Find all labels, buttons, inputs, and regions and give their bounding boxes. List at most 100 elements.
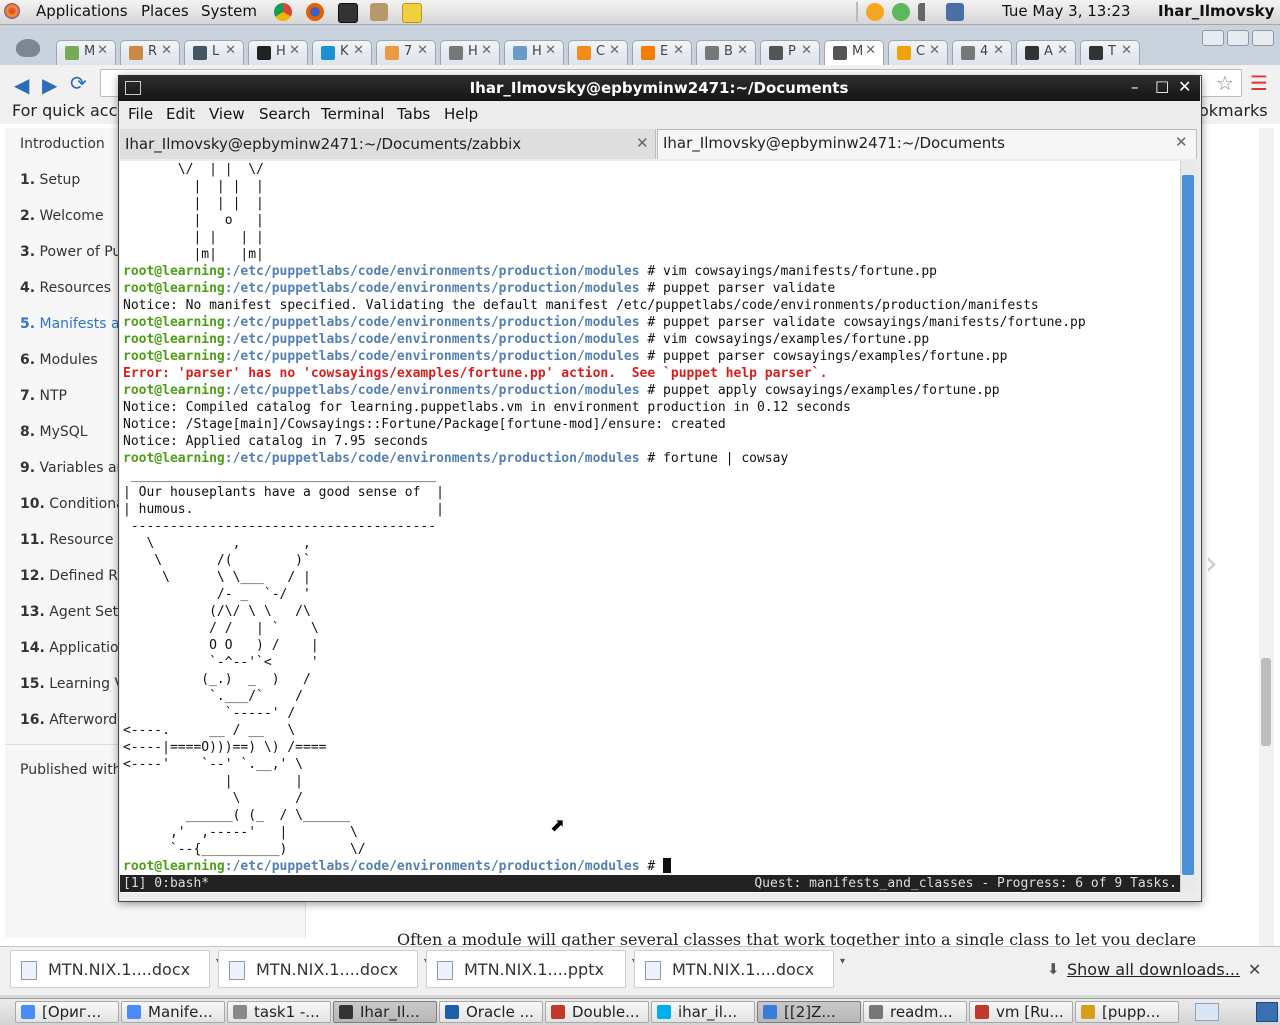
tab-close-icon[interactable]: ✕ xyxy=(353,43,364,58)
published-with-link[interactable]: Published with xyxy=(20,762,122,778)
browser-tab[interactable]: H ✕ xyxy=(248,40,308,65)
menu-view[interactable]: View xyxy=(209,105,245,123)
tab-close-icon[interactable]: ✕ xyxy=(481,43,492,58)
browser-tab[interactable]: A ✕ xyxy=(1016,40,1076,65)
workspace-icon[interactable] xyxy=(1256,1002,1278,1022)
sidebar-chapter[interactable]: 16. Afterword xyxy=(20,712,117,728)
next-page-icon[interactable]: › xyxy=(1205,544,1218,582)
sidebar-chapter[interactable]: 2. Welcome xyxy=(20,208,104,224)
taskbar-button[interactable]: Manife... xyxy=(121,1001,225,1023)
sidebar-chapter[interactable]: 6. Modules xyxy=(20,352,98,368)
volume-icon[interactable] xyxy=(918,3,936,21)
download-item[interactable]: MTN.NIX.1....docx▾ xyxy=(634,950,845,988)
firefox-launcher-icon[interactable] xyxy=(306,3,324,21)
browser-tab[interactable]: 7 ✕ xyxy=(376,40,436,65)
terminal-titlebar[interactable]: Ihar_Ilmovsky@epbyminw2471:~/Documents –… xyxy=(118,75,1200,101)
applications-menu[interactable]: Applications xyxy=(36,2,128,20)
download-item[interactable]: MTN.NIX.1....pptx▾ xyxy=(426,950,637,988)
tab-close-icon[interactable]: ✕ xyxy=(609,43,620,58)
page-scrollbar-thumb[interactable] xyxy=(1261,658,1271,746)
browser-tab[interactable]: H ✕ xyxy=(440,40,500,65)
user-menu[interactable]: Ihar_Ilmovsky xyxy=(1158,2,1274,20)
download-item[interactable]: MTN.NIX.1....docx▾ xyxy=(10,950,221,988)
taskbar-button[interactable]: readm... xyxy=(863,1001,967,1023)
terminal-launcher-icon[interactable] xyxy=(338,3,358,23)
notes-launcher-icon[interactable] xyxy=(402,3,422,23)
taskbar-button[interactable]: ihar_il... xyxy=(651,1001,755,1023)
chrome-launcher-icon[interactable] xyxy=(274,3,292,21)
sidebar-chapter[interactable]: 1. Setup xyxy=(20,172,80,188)
tab-close-icon[interactable]: ✕ xyxy=(1121,43,1132,58)
show-desktop-icon[interactable] xyxy=(1195,1003,1219,1021)
sidebar-chapter[interactable]: 12. Defined Re xyxy=(20,568,126,584)
tab-close-icon[interactable]: ✕ xyxy=(417,43,428,58)
taskbar-button[interactable]: Ihar_Il... xyxy=(333,1001,437,1023)
terminal-maximize-icon[interactable]: □ xyxy=(1155,77,1169,95)
menu-terminal[interactable]: Terminal xyxy=(321,105,384,123)
taskbar-button[interactable]: task1 -... xyxy=(227,1001,331,1023)
browser-tab[interactable]: M ✕ xyxy=(56,40,116,65)
tab-close-icon[interactable]: ✕ xyxy=(801,43,812,58)
tab-close-icon[interactable]: ✕ xyxy=(161,43,172,58)
sidebar-chapter[interactable]: 3. Power of Pup xyxy=(20,244,130,260)
browser-tab[interactable]: K ✕ xyxy=(312,40,372,65)
taskbar-button[interactable]: [Ориг... xyxy=(15,1001,119,1023)
close-window-button[interactable] xyxy=(1252,30,1274,46)
terminal-close-icon[interactable]: ✕ xyxy=(1178,77,1191,96)
terminal-screen[interactable]: \/ | | \/ | | | | | | | | | o | | | | | … xyxy=(120,161,1180,893)
browser-tab[interactable]: H ✕ xyxy=(504,40,564,65)
taskbar-button[interactable]: [[2]Z... xyxy=(757,1001,861,1023)
sidebar-chapter[interactable]: 8. MySQL xyxy=(20,424,88,440)
taskbar-button[interactable]: vm [Ru... xyxy=(969,1001,1073,1023)
sidebar-chapter[interactable]: 14. Application xyxy=(20,640,128,656)
taskbar-button[interactable]: Double... xyxy=(545,1001,649,1023)
system-menu[interactable]: System xyxy=(201,2,257,20)
show-all-downloads-link[interactable]: Show all downloads... xyxy=(1067,960,1240,979)
sidebar-chapter[interactable]: 15. Learning V xyxy=(20,676,124,692)
other-bookmarks[interactable]: okmarks xyxy=(1199,101,1268,120)
download-item[interactable]: MTN.NIX.1....docx▾ xyxy=(218,950,429,988)
browser-tab[interactable]: P ✕ xyxy=(760,40,820,65)
browser-tab[interactable]: M ✕ xyxy=(824,40,884,65)
taskbar-button[interactable]: Oracle ... xyxy=(439,1001,543,1023)
close-tab-icon[interactable]: ✕ xyxy=(1175,133,1188,151)
menu-file[interactable]: File xyxy=(128,105,153,123)
maximize-button[interactable] xyxy=(1227,30,1249,46)
back-icon[interactable]: ◀ xyxy=(14,73,29,97)
minimize-button[interactable] xyxy=(1202,30,1224,46)
sidebar-chapter[interactable]: Introduction xyxy=(20,136,105,152)
places-menu[interactable]: Places xyxy=(141,2,189,20)
sidebar-chapter[interactable]: 10. Conditiona xyxy=(20,496,125,512)
close-downloads-icon[interactable]: ✕ xyxy=(1248,960,1261,979)
tab-close-icon[interactable]: ✕ xyxy=(993,43,1004,58)
terminal-minimize-icon[interactable]: – xyxy=(1131,78,1139,96)
menu-tabs[interactable]: Tabs xyxy=(397,105,430,123)
bookmark-star-icon[interactable]: ☆ xyxy=(1216,71,1234,95)
page-scrollbar[interactable] xyxy=(1259,128,1274,946)
menu-search[interactable]: Search xyxy=(259,105,311,123)
close-tab-icon[interactable]: ✕ xyxy=(636,134,649,152)
tab-close-icon[interactable]: ✕ xyxy=(545,43,556,58)
menu-help[interactable]: Help xyxy=(444,105,478,123)
browser-tab[interactable]: B ✕ xyxy=(696,40,756,65)
sidebar-chapter[interactable]: 5. Manifests ar xyxy=(20,316,125,332)
browser-tab[interactable]: T ✕ xyxy=(1080,40,1140,65)
browser-tab[interactable]: L ✕ xyxy=(184,40,244,65)
sidebar-chapter[interactable]: 7. NTP xyxy=(20,388,67,404)
tab-close-icon[interactable]: ✕ xyxy=(737,43,748,58)
forward-icon[interactable]: ▶ xyxy=(42,73,57,97)
files-launcher-icon[interactable] xyxy=(370,3,388,21)
menu-edit[interactable]: Edit xyxy=(166,105,195,123)
tab-close-icon[interactable]: ✕ xyxy=(225,43,236,58)
network-icon[interactable] xyxy=(946,3,964,21)
menu-icon[interactable]: ☰ xyxy=(1250,71,1268,95)
terminal-scrollbar-thumb[interactable] xyxy=(1182,175,1194,875)
sidebar-chapter[interactable]: 9. Variables an xyxy=(20,460,125,476)
terminal-tab-zabbix[interactable]: Ihar_Ilmovsky@epbyminw2471:~/Documents/z… xyxy=(120,129,656,159)
browser-tab[interactable]: C ✕ xyxy=(888,40,948,65)
browser-tab[interactable]: C ✕ xyxy=(568,40,628,65)
tab-close-icon[interactable]: ✕ xyxy=(1057,43,1068,58)
download-menu-icon[interactable]: ▾ xyxy=(840,956,845,967)
tab-close-icon[interactable]: ✕ xyxy=(673,43,684,58)
clock[interactable]: Tue May 3, 13:23 xyxy=(1002,2,1130,20)
